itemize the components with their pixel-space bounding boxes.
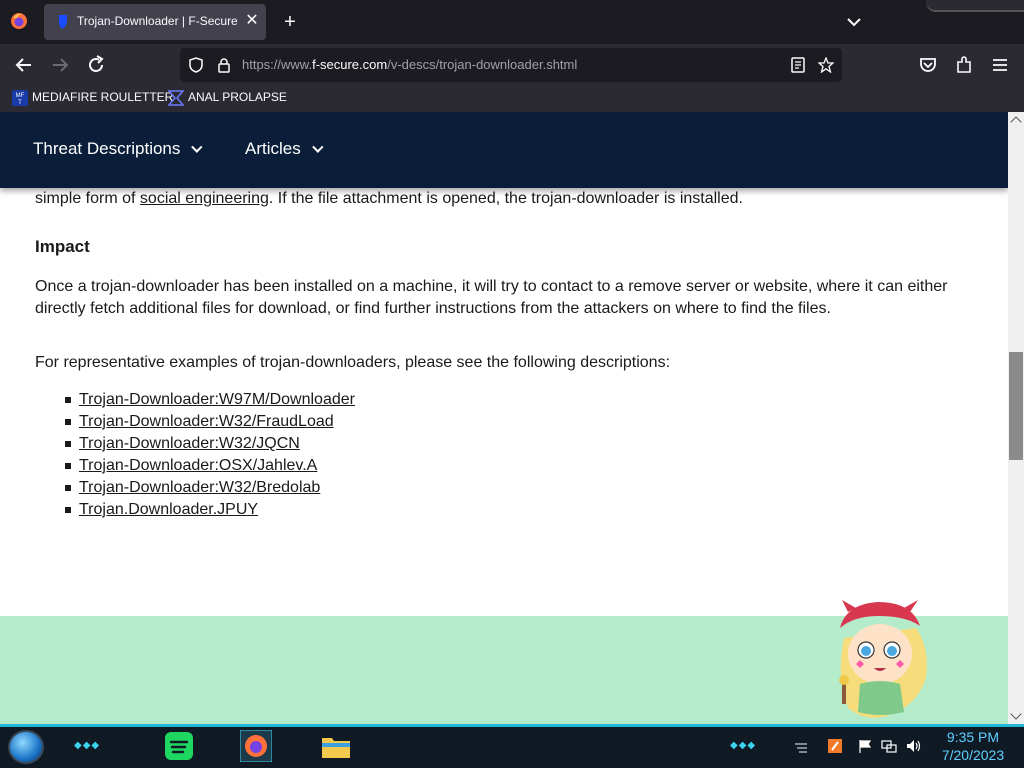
start-button[interactable] [8,730,44,764]
example-link[interactable]: Trojan.Downloader.JPUY [79,501,258,518]
new-tab-button[interactable]: + [280,12,300,32]
taskbar: ◆◆◆ ◆◆◆ 9:35 PM 7/20/2023 [0,724,1024,768]
url-path: /v-descs/trojan-downloader.shtml [387,57,578,72]
action-center-flag-icon[interactable] [857,738,873,754]
chevron-down-icon [311,141,324,153]
reader-view-icon[interactable] [790,57,806,73]
url-text[interactable]: https://www.f-secure.com/v-descs/trojan-… [242,57,577,72]
p0-after: . If the file attachment is opened, the … [268,190,743,207]
firefox-taskbar-icon[interactable] [240,730,272,762]
examples-list: Trojan-Downloader:W97M/Downloader Trojan… [65,389,355,521]
cartoon-mascot-image [839,600,927,718]
url-domain: f-secure.com [312,57,388,72]
navigation-toolbar: https://www.f-secure.com/v-descs/trojan-… [0,44,1024,86]
taskbar-decoration: ◆◆◆ [730,740,757,751]
scroll-down-arrow-icon[interactable] [1010,708,1022,720]
forward-button-icon[interactable] [49,54,71,76]
nav-threat-descriptions[interactable]: Threat Descriptions [33,139,203,159]
url-prefix: https://www. [242,57,313,72]
impact-heading: Impact [35,237,90,256]
spotify-icon[interactable] [163,730,195,762]
example-link[interactable]: Trojan-Downloader:W32/FraudLoad [79,413,334,430]
bookmark-label: MEDIAFIRE ROULETTER [32,90,174,105]
bookmark-page-icon [168,90,184,106]
social-engineering-link[interactable]: social engineering [140,190,269,207]
example-link[interactable]: Trojan-Downloader:W32/JQCN [79,435,300,452]
extensions-icon[interactable] [953,54,975,76]
pocket-icon[interactable] [917,54,939,76]
file-explorer-icon[interactable] [320,730,352,762]
nav-articles[interactable]: Articles [245,139,324,159]
reload-button-icon[interactable] [85,54,107,76]
bookmark-item[interactable]: MF T MEDIAFIRE ROULETTER [12,90,173,108]
list-item: Trojan-Downloader:W32/FraudLoad [65,411,355,433]
active-tab[interactable]: Trojan-Downloader | F-Secure L ✕ [44,4,266,40]
address-bar[interactable]: https://www.f-secure.com/v-descs/trojan-… [180,48,842,82]
example-link[interactable]: Trojan-Downloader:W32/Bredolab [79,479,320,496]
example-link[interactable]: Trojan-Downloader:W97M/Downloader [79,391,355,408]
clock-date: 7/20/2023 [941,747,1005,763]
list-all-tabs-icon[interactable] [844,12,864,32]
nav-articles-label: Articles [245,139,301,158]
list-item: Trojan.Downloader.JPUY [65,499,355,521]
impact-paragraph: Once a trojan-downloader has been instal… [35,278,948,317]
svg-text:MF: MF [16,93,25,99]
volume-icon[interactable] [905,738,921,754]
lock-icon[interactable] [216,57,232,73]
tray-app-icon[interactable] [827,738,843,754]
taskbar-accent-line [0,724,1024,727]
tracking-protection-shield-icon[interactable] [188,57,204,73]
list-item: Trojan-Downloader:W32/Bredolab [65,477,355,499]
back-button-icon[interactable] [13,54,35,76]
bookmark-item[interactable]: ANAL PROLAPSE [168,90,287,108]
site-header: Threat Descriptions Articles [0,112,1008,188]
example-link[interactable]: Trojan-Downloader:OSX/Jahlev.A [79,457,317,474]
scrollbar-thumb[interactable] [1009,352,1023,460]
fsecure-favicon-icon [59,15,67,29]
tab-close-icon[interactable]: ✕ [244,12,260,30]
list-item: Trojan-Downloader:W32/JQCN [65,433,355,455]
bookmarks-toolbar: MF T MEDIAFIRE ROULETTER ANAL PROLAPSE [0,86,1024,112]
app-menu-icon[interactable] [989,54,1011,76]
tab-bar: Trojan-Downloader | F-Secure L ✕ + [0,0,1024,44]
mediafire-icon: MF T [12,90,28,106]
svg-text:T: T [18,100,22,106]
bookmark-label: ANAL PROLAPSE [188,90,287,105]
taskbar-decoration: ◆◆◆ [74,740,101,751]
firefox-menu-icon[interactable] [10,12,28,30]
list-item: Trojan-Downloader:W97M/Downloader [65,389,355,411]
show-hidden-icons-icon[interactable] [793,738,809,754]
clock-time: 9:35 PM [946,729,1000,745]
vertical-scrollbar[interactable] [1008,112,1024,724]
paragraph-social-engineering: simple form of social engineering. If th… [35,188,743,210]
chevron-down-icon [191,141,203,153]
system-clock[interactable]: 9:35 PM 7/20/2023 [930,728,1016,764]
p0-before: simple form of [35,190,140,207]
scroll-up-arrow-icon[interactable] [1010,116,1022,128]
list-item: Trojan-Downloader:OSX/Jahlev.A [65,455,355,477]
bookmark-star-icon[interactable] [818,57,834,73]
tab-title: Trojan-Downloader | F-Secure L [77,14,237,28]
nav-threat-descriptions-label: Threat Descriptions [33,139,181,158]
examples-intro: For representative examples of trojan-do… [35,354,671,371]
page-content: Threat Descriptions Articles simple form… [0,112,1008,724]
network-icon[interactable] [881,738,897,754]
window-controls-decoration [926,0,1024,12]
